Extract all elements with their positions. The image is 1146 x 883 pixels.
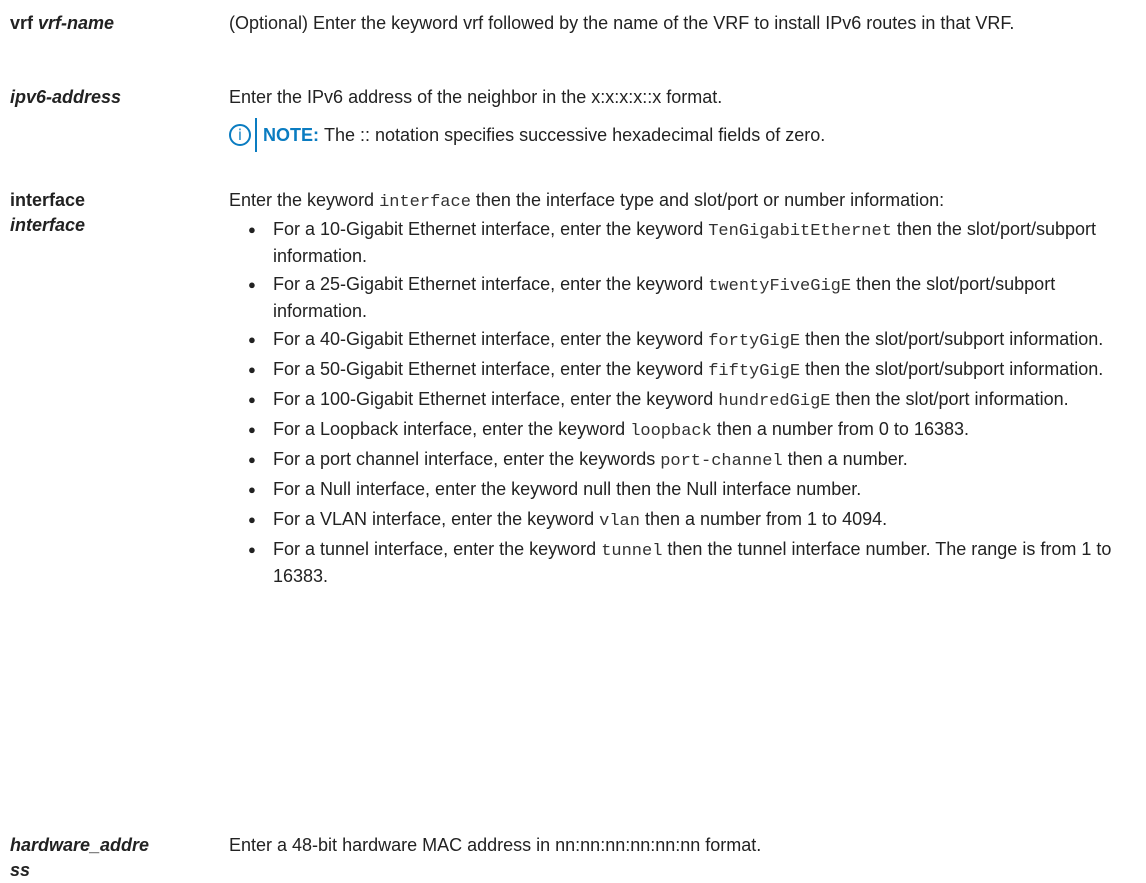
param-desc-hardware-address: Enter a 48-bit hardware MAC address in n…: [229, 835, 762, 855]
param-term-ipv6-address: ipv6-address: [10, 85, 215, 110]
item-code: fortyGigE: [708, 332, 801, 351]
bullet-icon: ●: [248, 422, 256, 437]
bullet-icon: ●: [248, 392, 256, 407]
item-text-pre: For a 10-Gigabit Ethernet interface, ent…: [273, 219, 709, 239]
param-desc-ipv6-address: Enter the IPv6 address of the neighbor i…: [229, 85, 1134, 152]
item-text-post: then the slot/port information.: [830, 389, 1069, 409]
item-text-pre: For a tunnel interface, enter the keywor…: [273, 539, 602, 559]
item-text-pre: For a Null interface, enter the keyword …: [273, 479, 862, 499]
term-keyword: interface: [10, 190, 86, 210]
item-text-pre: For a 25-Gigabit Ethernet interface, ent…: [273, 274, 709, 294]
list-item: ● For a 40-Gigabit Ethernet interface, en…: [229, 327, 1134, 354]
list-item: ● For a Null interface, enter the keyword…: [229, 477, 1134, 504]
bullet-icon: ●: [248, 362, 256, 377]
item-text-pre: For a VLAN interface, enter the keyword: [273, 509, 600, 529]
term-argument: interface: [10, 215, 86, 235]
term-keyword: vrf: [10, 13, 34, 33]
desc-text-post: then the interface type and slot/port or…: [470, 190, 945, 210]
info-icon: i: [229, 124, 251, 146]
item-text-post: then a number.: [782, 449, 908, 469]
bullet-icon: ●: [248, 482, 256, 497]
param-desc-interface: Enter the keyword interface then the int…: [229, 188, 1134, 592]
note-divider: [255, 118, 257, 152]
note-text: The :: notation specifies successive hex…: [324, 124, 826, 145]
term-argument: ipv6-address: [10, 87, 122, 107]
list-item: ● For a port channel interface, enter the…: [229, 447, 1134, 474]
list-item: ● For a 10-Gigabit Ethernet interface, en…: [229, 217, 1134, 269]
list-item: ● For a 50-Gigabit Ethernet interface, en…: [229, 357, 1134, 384]
item-code: fiftyGigE: [708, 362, 801, 381]
bullet-icon: ●: [248, 452, 256, 467]
list-item: ● For a Loopback interface, enter the key…: [229, 417, 1134, 444]
bullet-icon: ●: [248, 277, 256, 292]
list-item: ● For a 25-Gigabit Ethernet interface, en…: [229, 272, 1134, 324]
item-text-post: then a number from 0 to 16383.: [711, 419, 969, 439]
item-code: vlan: [599, 512, 640, 531]
desc-code: interface: [379, 193, 471, 212]
item-text-pre: For a 50-Gigabit Ethernet interface, ent…: [273, 359, 709, 379]
item-code: twentyFiveGigE: [708, 277, 852, 296]
param-term-interface: interface interface: [10, 188, 215, 238]
param-term-hardware-address: hardware_address: [10, 833, 150, 883]
list-item: ● For a 100-Gigabit Ethernet interface, e…: [229, 387, 1134, 414]
desc-text: Enter the keyword interface then the int…: [229, 188, 1134, 215]
note-label: NOTE:: [263, 124, 319, 145]
note-box: i NOTE: The :: notation specifies succes…: [229, 118, 1134, 152]
item-text-pre: For a port channel interface, enter the …: [273, 449, 661, 469]
item-text-pre: For a Loopback interface, enter the keyw…: [273, 419, 631, 439]
desc-text: Enter the IPv6 address of the neighbor i…: [229, 87, 723, 107]
bullet-icon: ●: [248, 512, 256, 527]
list-item: ● For a VLAN interface, enter the keyword…: [229, 507, 1134, 534]
item-code: hundredGigE: [718, 392, 831, 411]
item-code: TenGigabitEthernet: [708, 222, 892, 241]
term-argument: vrf-name: [38, 13, 115, 33]
item-text-post: then the slot/port/subport information.: [800, 329, 1104, 349]
item-text-pre: For a 40-Gigabit Ethernet interface, ent…: [273, 329, 709, 349]
item-text-post: then the slot/port/subport information.: [800, 359, 1104, 379]
param-term-vrf: vrf vrf-name: [10, 11, 215, 36]
term-argument: hardware_address: [10, 835, 150, 880]
bullet-icon: ●: [248, 332, 256, 347]
item-text-post: then a number from 1 to 4094.: [639, 509, 888, 529]
bullet-icon: ●: [248, 222, 256, 237]
item-code: tunnel: [601, 542, 663, 561]
param-desc-vrf: (Optional) Enter the keyword vrf followe…: [229, 13, 1015, 33]
item-code: port-channel: [660, 452, 783, 471]
item-code: loopback: [630, 422, 712, 441]
interface-bullet-list: ● For a 10-Gigabit Ethernet interface, en…: [229, 217, 1134, 589]
item-text-pre: For a 100-Gigabit Ethernet interface, en…: [273, 389, 719, 409]
list-item: ● For a tunnel interface, enter the keywo…: [229, 537, 1134, 589]
desc-text-pre: Enter the keyword: [229, 190, 380, 210]
bullet-icon: ●: [248, 542, 256, 557]
